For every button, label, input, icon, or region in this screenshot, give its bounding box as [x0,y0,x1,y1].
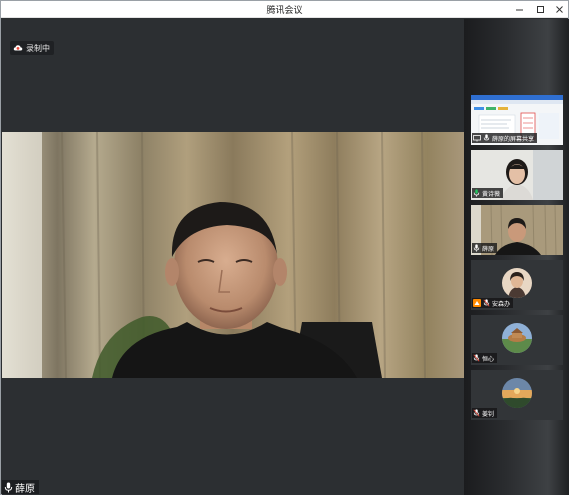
participant-nameplate: 黄诗薇 [472,188,504,198]
minimize-icon [515,9,523,11]
participant-name: 姜钊 [482,410,495,418]
participant-nameplate: 安森办 [472,298,514,308]
participant-name: 恒心 [482,355,495,363]
participant-name: 薛原 [482,245,495,253]
participant-nameplate: 薛原的屏幕共享 [472,133,538,143]
maximize-icon [536,6,544,13]
title-bar[interactable]: 腾讯会议 [1,1,568,18]
participant-nameplate: 薛原 [472,243,498,253]
window-title: 腾讯会议 [266,6,303,16]
host-share-icon [473,299,481,307]
participant-sidebar: 薛原的屏幕共享 黄诗薇 薛原 安森办 恒心 姜钊 [464,19,569,495]
microphone-icon [4,482,13,492]
cloud-record-icon [13,45,23,51]
recording-label: 录制中 [26,43,50,53]
participant-name: 薛原的屏幕共享 [492,135,535,143]
screen-share-icon [473,134,481,141]
speaker-video-frame [2,132,464,378]
microphone-icon [483,134,490,141]
participant-tile[interactable]: 安森办 [471,260,563,310]
microphone-icon [473,244,480,252]
participant-tile[interactable]: 姜钊 [471,370,563,420]
participant-tile[interactable]: 薛原 [471,205,563,255]
participant-avatar [502,268,532,298]
main-video[interactable] [2,132,464,378]
main-speaker-name: 薛原 [15,483,35,495]
close-button[interactable] [548,1,569,18]
meeting-window: 腾讯会议 录制中 薛原 薛原的屏幕共享 黄诗薇 薛原 安森办 恒心 姜钊 [0,0,569,495]
participant-avatar [502,378,532,408]
close-icon [555,6,563,13]
participant-name: 黄诗薇 [482,190,501,198]
participant-tile[interactable]: 恒心 [471,315,563,365]
microphone-muted-icon [473,354,480,362]
microphone-muted-icon [483,299,490,307]
participant-tile[interactable]: 黄诗薇 [471,150,563,200]
participant-nameplate: 恒心 [472,353,498,363]
minimize-button[interactable] [508,1,530,18]
participant-name: 安森办 [492,300,511,308]
microphone-muted-icon [473,409,480,417]
recording-badge[interactable]: 录制中 [10,41,54,55]
participant-tile-screen-share[interactable]: 薛原的屏幕共享 [471,95,563,145]
main-speaker-nameplate: 薛原 [2,480,39,495]
microphone-speaking-icon [473,189,480,197]
participant-avatar [502,323,532,353]
participant-nameplate: 姜钊 [472,408,498,418]
